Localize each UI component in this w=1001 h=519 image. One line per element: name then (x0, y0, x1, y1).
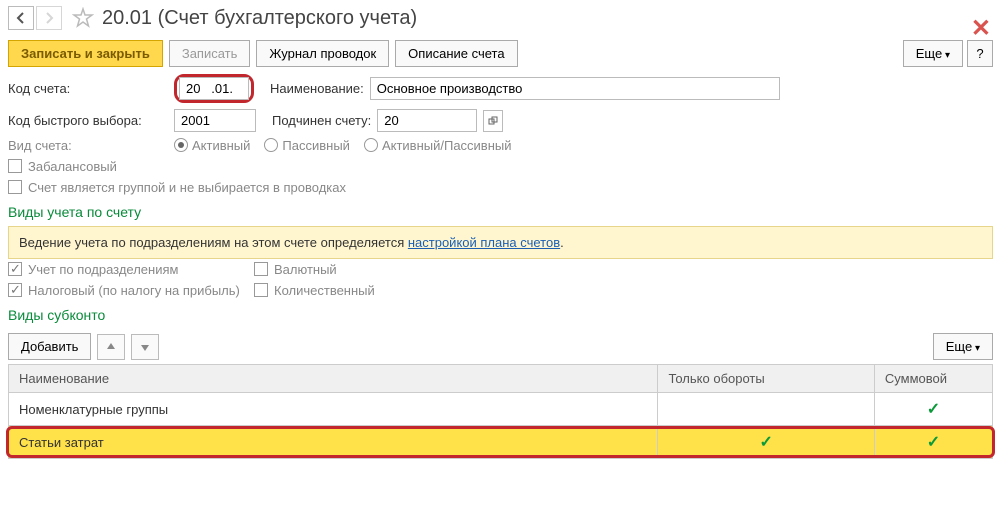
col-sum: Суммовой (874, 365, 992, 393)
tax-checkbox[interactable]: Налоговый (по налогу на прибыль) (8, 283, 248, 298)
section-subkonto: Виды субконто (0, 301, 1001, 329)
move-up-button[interactable] (97, 334, 125, 360)
nav-forward-button[interactable] (36, 6, 62, 30)
account-kind-radio-group: Активный Пассивный Активный/Пассивный (174, 138, 512, 153)
account-kind-label: Вид счета: (8, 138, 168, 153)
account-name-input[interactable] (370, 77, 780, 100)
code-label: Код счета: (8, 81, 168, 96)
note-bar: Ведение учета по подразделениям на этом … (8, 226, 993, 259)
account-code-input[interactable] (179, 77, 249, 100)
section-accounting-kinds: Виды учета по счету (0, 198, 1001, 226)
save-close-button[interactable]: Записать и закрыть (8, 40, 163, 67)
close-icon[interactable]: ✕ (971, 14, 991, 43)
save-button[interactable]: Записать (169, 40, 251, 67)
move-down-button[interactable] (131, 334, 159, 360)
offbalance-checkbox[interactable]: Забалансовый (8, 159, 117, 174)
col-turnover: Только обороты (658, 365, 874, 393)
table-row[interactable]: Статьи затрат ✓ ✓ (9, 426, 993, 459)
subkonto-more-button[interactable]: Еще (933, 333, 993, 360)
help-button[interactable]: ? (967, 40, 993, 67)
check-icon: ✓ (759, 434, 772, 451)
more-button[interactable]: Еще (903, 40, 963, 67)
plan-settings-link[interactable]: настройкой плана счетов (408, 235, 560, 250)
journal-button[interactable]: Журнал проводок (256, 40, 389, 67)
quickcode-input[interactable] (174, 109, 256, 132)
radio-active[interactable]: Активный (174, 138, 250, 153)
check-icon: ✓ (927, 434, 940, 451)
table-row[interactable]: Номенклатурные группы ✓ (9, 393, 993, 426)
by-dept-checkbox[interactable]: Учет по подразделениям (8, 262, 248, 277)
add-subkonto-button[interactable]: Добавить (8, 333, 91, 360)
code-highlight-ring (174, 74, 254, 103)
isgroup-checkbox[interactable]: Счет является группой и не выбирается в … (8, 180, 346, 195)
subkonto-table[interactable]: Наименование Только обороты Суммовой Ном… (8, 364, 993, 459)
account-description-button[interactable]: Описание счета (395, 40, 517, 67)
page-title: 20.01 (Счет бухгалтерского учета) (102, 7, 417, 30)
radio-passive[interactable]: Пассивный (264, 138, 350, 153)
parent-account-ref-button[interactable] (483, 110, 503, 132)
parent-label: Подчинен счету: (272, 113, 371, 128)
name-label: Наименование: (270, 81, 364, 96)
nav-back-button[interactable] (8, 6, 34, 30)
col-name: Наименование (9, 365, 658, 393)
favorite-star-icon[interactable] (72, 7, 94, 29)
parent-account-input[interactable] (377, 109, 477, 132)
radio-active-passive[interactable]: Активный/Пассивный (364, 138, 512, 153)
check-icon: ✓ (927, 401, 940, 418)
qty-checkbox[interactable]: Количественный (254, 283, 375, 298)
quickcode-label: Код быстрого выбора: (8, 113, 168, 128)
currency-checkbox[interactable]: Валютный (254, 262, 337, 277)
